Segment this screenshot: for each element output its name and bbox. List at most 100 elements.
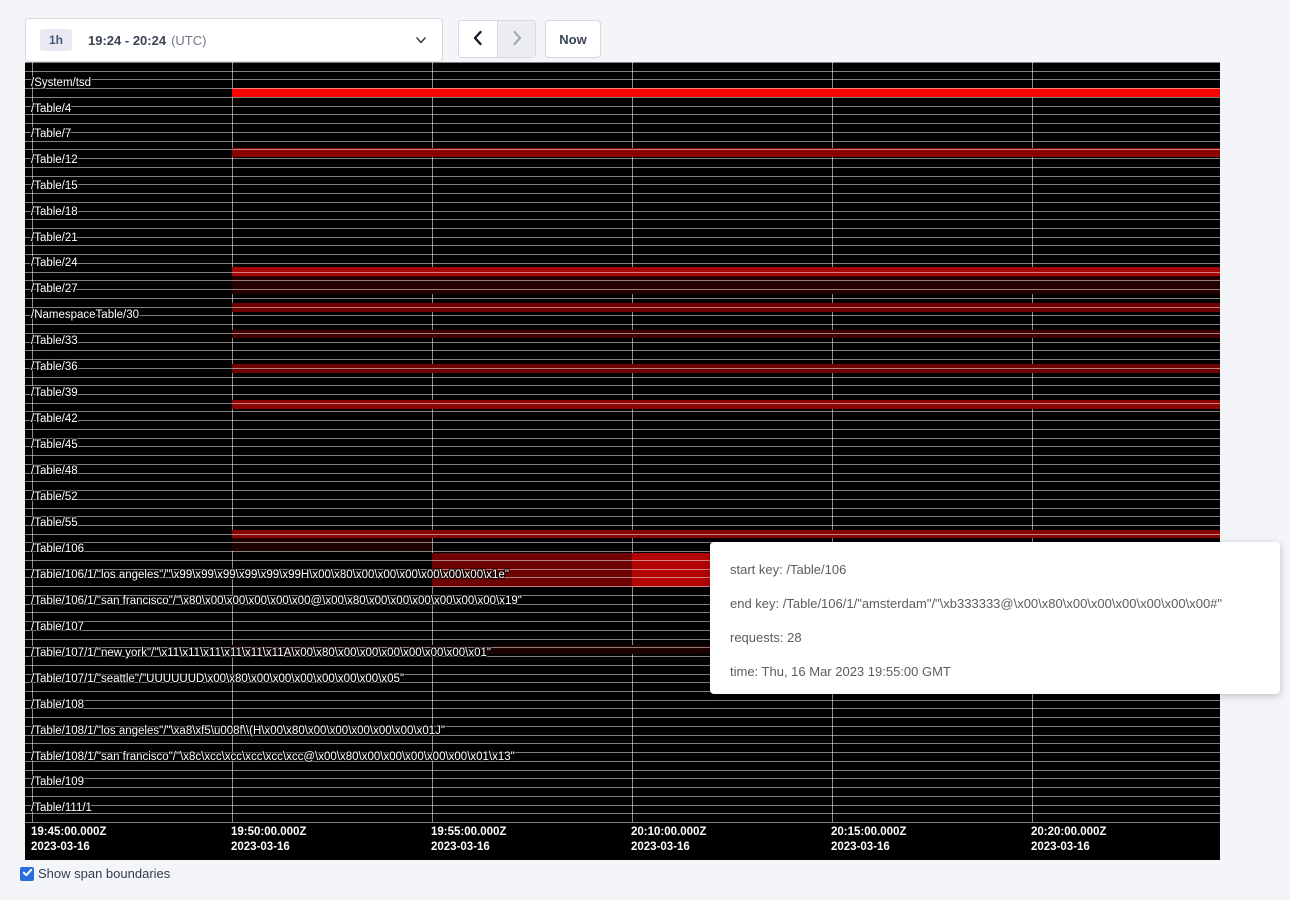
tooltip-time: time: Thu, 16 Mar 2023 19:55:00 GMT bbox=[730, 655, 1260, 689]
key-visualizer[interactable]: /System/tsd/Table/4/Table/7/Table/12/Tab… bbox=[25, 62, 1220, 860]
grid-hline bbox=[25, 473, 1220, 474]
grid-hline bbox=[25, 123, 1220, 124]
heat-band bbox=[232, 330, 1220, 338]
grid-hline bbox=[25, 796, 1220, 797]
grid-hline bbox=[25, 158, 1220, 159]
grid-hline bbox=[25, 324, 1220, 325]
grid-hline bbox=[25, 289, 1220, 290]
heat-band bbox=[632, 553, 710, 587]
span-label: /Table/7 bbox=[31, 128, 71, 140]
span-label: /Table/15 bbox=[31, 180, 78, 192]
tooltip-start-key: start key: /Table/106 bbox=[730, 553, 1260, 587]
span-label: /Table/108 bbox=[31, 699, 84, 711]
grid-hline bbox=[25, 106, 1220, 107]
span-label: /Table/106/1/"los angeles"/"\x99\x99\x99… bbox=[31, 569, 509, 581]
grid-hline bbox=[25, 193, 1220, 194]
grid-hline bbox=[25, 350, 1220, 351]
x-axis-tick: 20:10:00.000Z2023-03-16 bbox=[631, 825, 706, 855]
span-label: /Table/48 bbox=[31, 465, 78, 477]
span-label: /Table/4 bbox=[31, 103, 71, 115]
span-label: /Table/42 bbox=[31, 413, 78, 425]
span-label: /Table/18 bbox=[31, 206, 78, 218]
span-label: /Table/21 bbox=[31, 232, 78, 244]
span-boundaries-control: Show span boundaries bbox=[20, 866, 170, 881]
span-label: /Table/111/1 bbox=[31, 802, 92, 814]
grid-hline bbox=[25, 263, 1220, 264]
grid-hline bbox=[25, 499, 1220, 500]
grid-hline bbox=[25, 394, 1220, 395]
grid-hline bbox=[25, 708, 1220, 709]
grid-hline bbox=[25, 700, 1220, 701]
span-label: /Table/107/1/"seattle"/"UUUUUUD\x00\x80\… bbox=[31, 673, 404, 685]
now-button[interactable]: Now bbox=[545, 20, 601, 58]
show-span-boundaries-checkbox[interactable] bbox=[20, 867, 34, 881]
x-axis-tick: 20:15:00.000Z2023-03-16 bbox=[831, 825, 906, 855]
grid-hline bbox=[25, 411, 1220, 412]
grid-hline bbox=[25, 342, 1220, 343]
grid-hline bbox=[25, 114, 1220, 115]
grid-hline bbox=[25, 272, 1220, 273]
span-label: /NamespaceTable/30 bbox=[31, 309, 139, 321]
grid-hline bbox=[25, 481, 1220, 482]
grid-hline bbox=[25, 62, 1220, 63]
grid-hline bbox=[25, 438, 1220, 439]
span-label: /Table/55 bbox=[31, 517, 78, 529]
time-nav-group bbox=[458, 20, 536, 58]
grid-hline bbox=[25, 778, 1220, 779]
grid-hline bbox=[25, 228, 1220, 229]
grid-hline bbox=[25, 429, 1220, 430]
grid-hline bbox=[25, 822, 1220, 823]
grid-hline bbox=[25, 717, 1220, 718]
time-range-dropdown[interactable]: 1h 19:24 - 20:24 (UTC) bbox=[25, 18, 443, 62]
heat-band bbox=[232, 538, 432, 551]
grid-hline bbox=[25, 464, 1220, 465]
grid-hline bbox=[25, 97, 1220, 98]
span-label: /Table/106 bbox=[31, 543, 84, 555]
grid-hline bbox=[25, 359, 1220, 360]
grid-hline bbox=[25, 385, 1220, 386]
grid-hline bbox=[25, 280, 1220, 281]
grid-hline bbox=[25, 534, 1220, 535]
tooltip-requests: requests: 28 bbox=[730, 621, 1260, 655]
grid-hline bbox=[25, 743, 1220, 744]
chevron-down-icon bbox=[414, 33, 428, 47]
span-label: /Table/108/1/"los angeles"/"\xa8\xf5\u00… bbox=[31, 725, 445, 737]
prev-button[interactable] bbox=[459, 21, 497, 57]
chevron-left-icon bbox=[470, 29, 486, 50]
chevron-right-icon bbox=[509, 29, 525, 50]
span-label: /System/tsd bbox=[31, 77, 91, 89]
heat-band bbox=[232, 276, 1220, 294]
span-label: /Table/52 bbox=[31, 491, 78, 503]
span-label: /Table/107 bbox=[31, 621, 84, 633]
span-label: /Table/45 bbox=[31, 439, 78, 451]
grid-hline bbox=[25, 315, 1220, 316]
span-label: /Table/109 bbox=[31, 776, 84, 788]
range-text: 19:24 - 20:24 bbox=[88, 33, 166, 48]
tooltip-end-key: end key: /Table/106/1/"amsterdam"/"\xb33… bbox=[730, 587, 1260, 621]
span-label: /Table/107/1/"new york"/"\x11\x11\x11\x1… bbox=[31, 647, 491, 659]
x-axis-tick: 20:20:00.000Z2023-03-16 bbox=[1031, 825, 1106, 855]
grid-hline bbox=[25, 176, 1220, 177]
x-axis-tick: 19:50:00.000Z2023-03-16 bbox=[231, 825, 306, 855]
grid-hline bbox=[25, 141, 1220, 142]
grid-hline bbox=[25, 79, 1220, 80]
grid-hline bbox=[25, 298, 1220, 299]
range-duration-badge: 1h bbox=[40, 29, 72, 51]
span-label: /Table/36 bbox=[31, 361, 78, 373]
grid-hline bbox=[25, 237, 1220, 238]
grid-hline bbox=[25, 307, 1220, 308]
show-span-boundaries-label: Show span boundaries bbox=[38, 866, 170, 881]
grid-hline bbox=[25, 446, 1220, 447]
span-label: /Table/24 bbox=[31, 257, 78, 269]
span-label: /Table/12 bbox=[31, 154, 78, 166]
next-button[interactable] bbox=[497, 21, 535, 57]
grid-hline bbox=[25, 132, 1220, 133]
range-timezone: (UTC) bbox=[171, 33, 206, 48]
grid-hline bbox=[25, 420, 1220, 421]
grid-hline bbox=[25, 88, 1220, 89]
span-tooltip: start key: /Table/106 end key: /Table/10… bbox=[710, 542, 1280, 694]
grid-hline bbox=[25, 770, 1220, 771]
grid-hline bbox=[25, 516, 1220, 517]
x-axis-tick: 19:45:00.000Z2023-03-16 bbox=[31, 825, 106, 855]
span-label: /Table/106/1/"san francisco"/"\x80\x00\x… bbox=[31, 595, 522, 607]
